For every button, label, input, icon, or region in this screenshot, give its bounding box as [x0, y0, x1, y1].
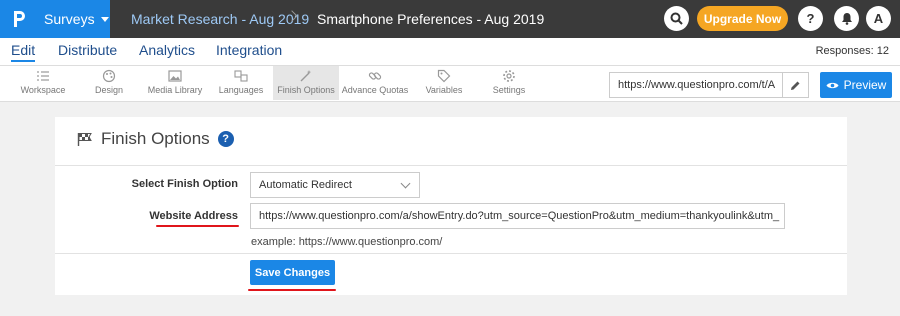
translate-icon — [234, 70, 248, 82]
tag-icon — [437, 69, 451, 83]
help-button[interactable]: ? — [798, 6, 823, 31]
toolbar-label: Media Library — [147, 85, 203, 95]
product-label: Surveys — [44, 11, 95, 27]
gear-icon — [503, 70, 515, 82]
preview-button[interactable]: Preview — [820, 72, 892, 98]
search-button[interactable] — [664, 6, 689, 31]
help-icon: ? — [806, 11, 815, 26]
bell-icon — [841, 13, 852, 25]
magic-wand-icon — [300, 70, 312, 82]
tab-distribute[interactable]: Distribute — [58, 42, 117, 58]
toolbar-label: Variables — [425, 85, 463, 95]
chevron-down-icon — [400, 178, 411, 189]
toolbar-label: Languages — [218, 85, 264, 95]
chevron-down-icon — [100, 17, 109, 22]
top-bar: Surveys Market Research - Aug 2019 Smart… — [0, 0, 900, 38]
editor-toolbar: Workspace Design Media Library Languages… — [0, 66, 900, 102]
notifications-button[interactable] — [834, 6, 859, 31]
annotation-underline — [156, 225, 239, 227]
upgrade-button[interactable]: Upgrade Now — [697, 6, 788, 31]
preview-label: Preview — [843, 78, 887, 92]
responses-count: Responses: 12 — [815, 45, 889, 57]
toolbar-label: Design — [94, 85, 123, 95]
list-icon — [37, 71, 49, 81]
website-address-input[interactable]: https://www.questionpro.com/a/showEntry.… — [250, 203, 785, 229]
panel-title: Finish Options — [101, 129, 210, 148]
tab-integration[interactable]: Integration — [216, 42, 282, 58]
save-changes-button[interactable]: Save Changes — [250, 260, 335, 285]
eye-icon — [826, 82, 839, 88]
questionpro-logo-icon[interactable] — [0, 0, 38, 38]
toolbar-label: Settings — [492, 85, 526, 95]
breadcrumb-folder[interactable]: Market Research - Aug 2019 — [131, 0, 309, 38]
panel-header: Finish Options ? — [77, 129, 234, 149]
image-icon — [168, 70, 182, 82]
tab-edit[interactable]: Edit — [11, 42, 36, 62]
checkered-flag-icon — [77, 133, 92, 146]
help-icon[interactable]: ? — [217, 131, 234, 147]
edit-url-button[interactable] — [782, 73, 808, 97]
main-tabs: Edit Distribute Analytics Integration Re… — [0, 38, 900, 66]
pencil-icon — [791, 81, 800, 90]
search-icon — [670, 12, 683, 25]
finish-options-panel: Finish Options ? Select Finish Option Au… — [55, 117, 847, 295]
palette-icon — [102, 69, 116, 83]
toolbar-label: Finish Options — [277, 85, 335, 95]
finish-option-value: Automatic Redirect — [259, 179, 352, 191]
toolbar-label: Advance Quotas — [341, 85, 409, 95]
annotation-underline — [248, 289, 336, 291]
toolbar-workspace[interactable]: Workspace — [14, 66, 72, 100]
avatar[interactable]: A — [866, 6, 891, 31]
link-icon — [368, 72, 382, 80]
website-example-hint: example: https://www.questionpro.com/ — [251, 236, 443, 248]
survey-url-box[interactable]: https://www.questionpro.com/t/A — [609, 72, 809, 98]
breadcrumb-survey: Smartphone Preferences - Aug 2019 — [317, 11, 545, 27]
avatar-initial: A — [873, 11, 884, 26]
toolbar-variables[interactable]: Variables — [422, 66, 466, 100]
toolbar-label: Workspace — [20, 85, 66, 95]
survey-url[interactable]: https://www.questionpro.com/t/A — [610, 79, 782, 91]
toolbar-settings[interactable]: Settings — [490, 66, 528, 100]
toolbar-design[interactable]: Design — [88, 66, 130, 100]
product-menu[interactable]: Surveys — [38, 0, 110, 38]
finish-option-label: Select Finish Option — [131, 178, 238, 190]
finish-option-select[interactable]: Automatic Redirect — [250, 172, 420, 198]
toolbar-languages[interactable]: Languages — [217, 66, 265, 100]
tab-analytics[interactable]: Analytics — [139, 42, 195, 58]
toolbar-media-library[interactable]: Media Library — [145, 66, 205, 100]
website-address-label: Website Address — [149, 210, 238, 222]
divider — [55, 165, 847, 166]
toolbar-finish-options[interactable]: Finish Options — [273, 66, 339, 100]
toolbar-advance-quotas[interactable]: Advance Quotas — [342, 66, 408, 100]
divider — [55, 253, 847, 254]
